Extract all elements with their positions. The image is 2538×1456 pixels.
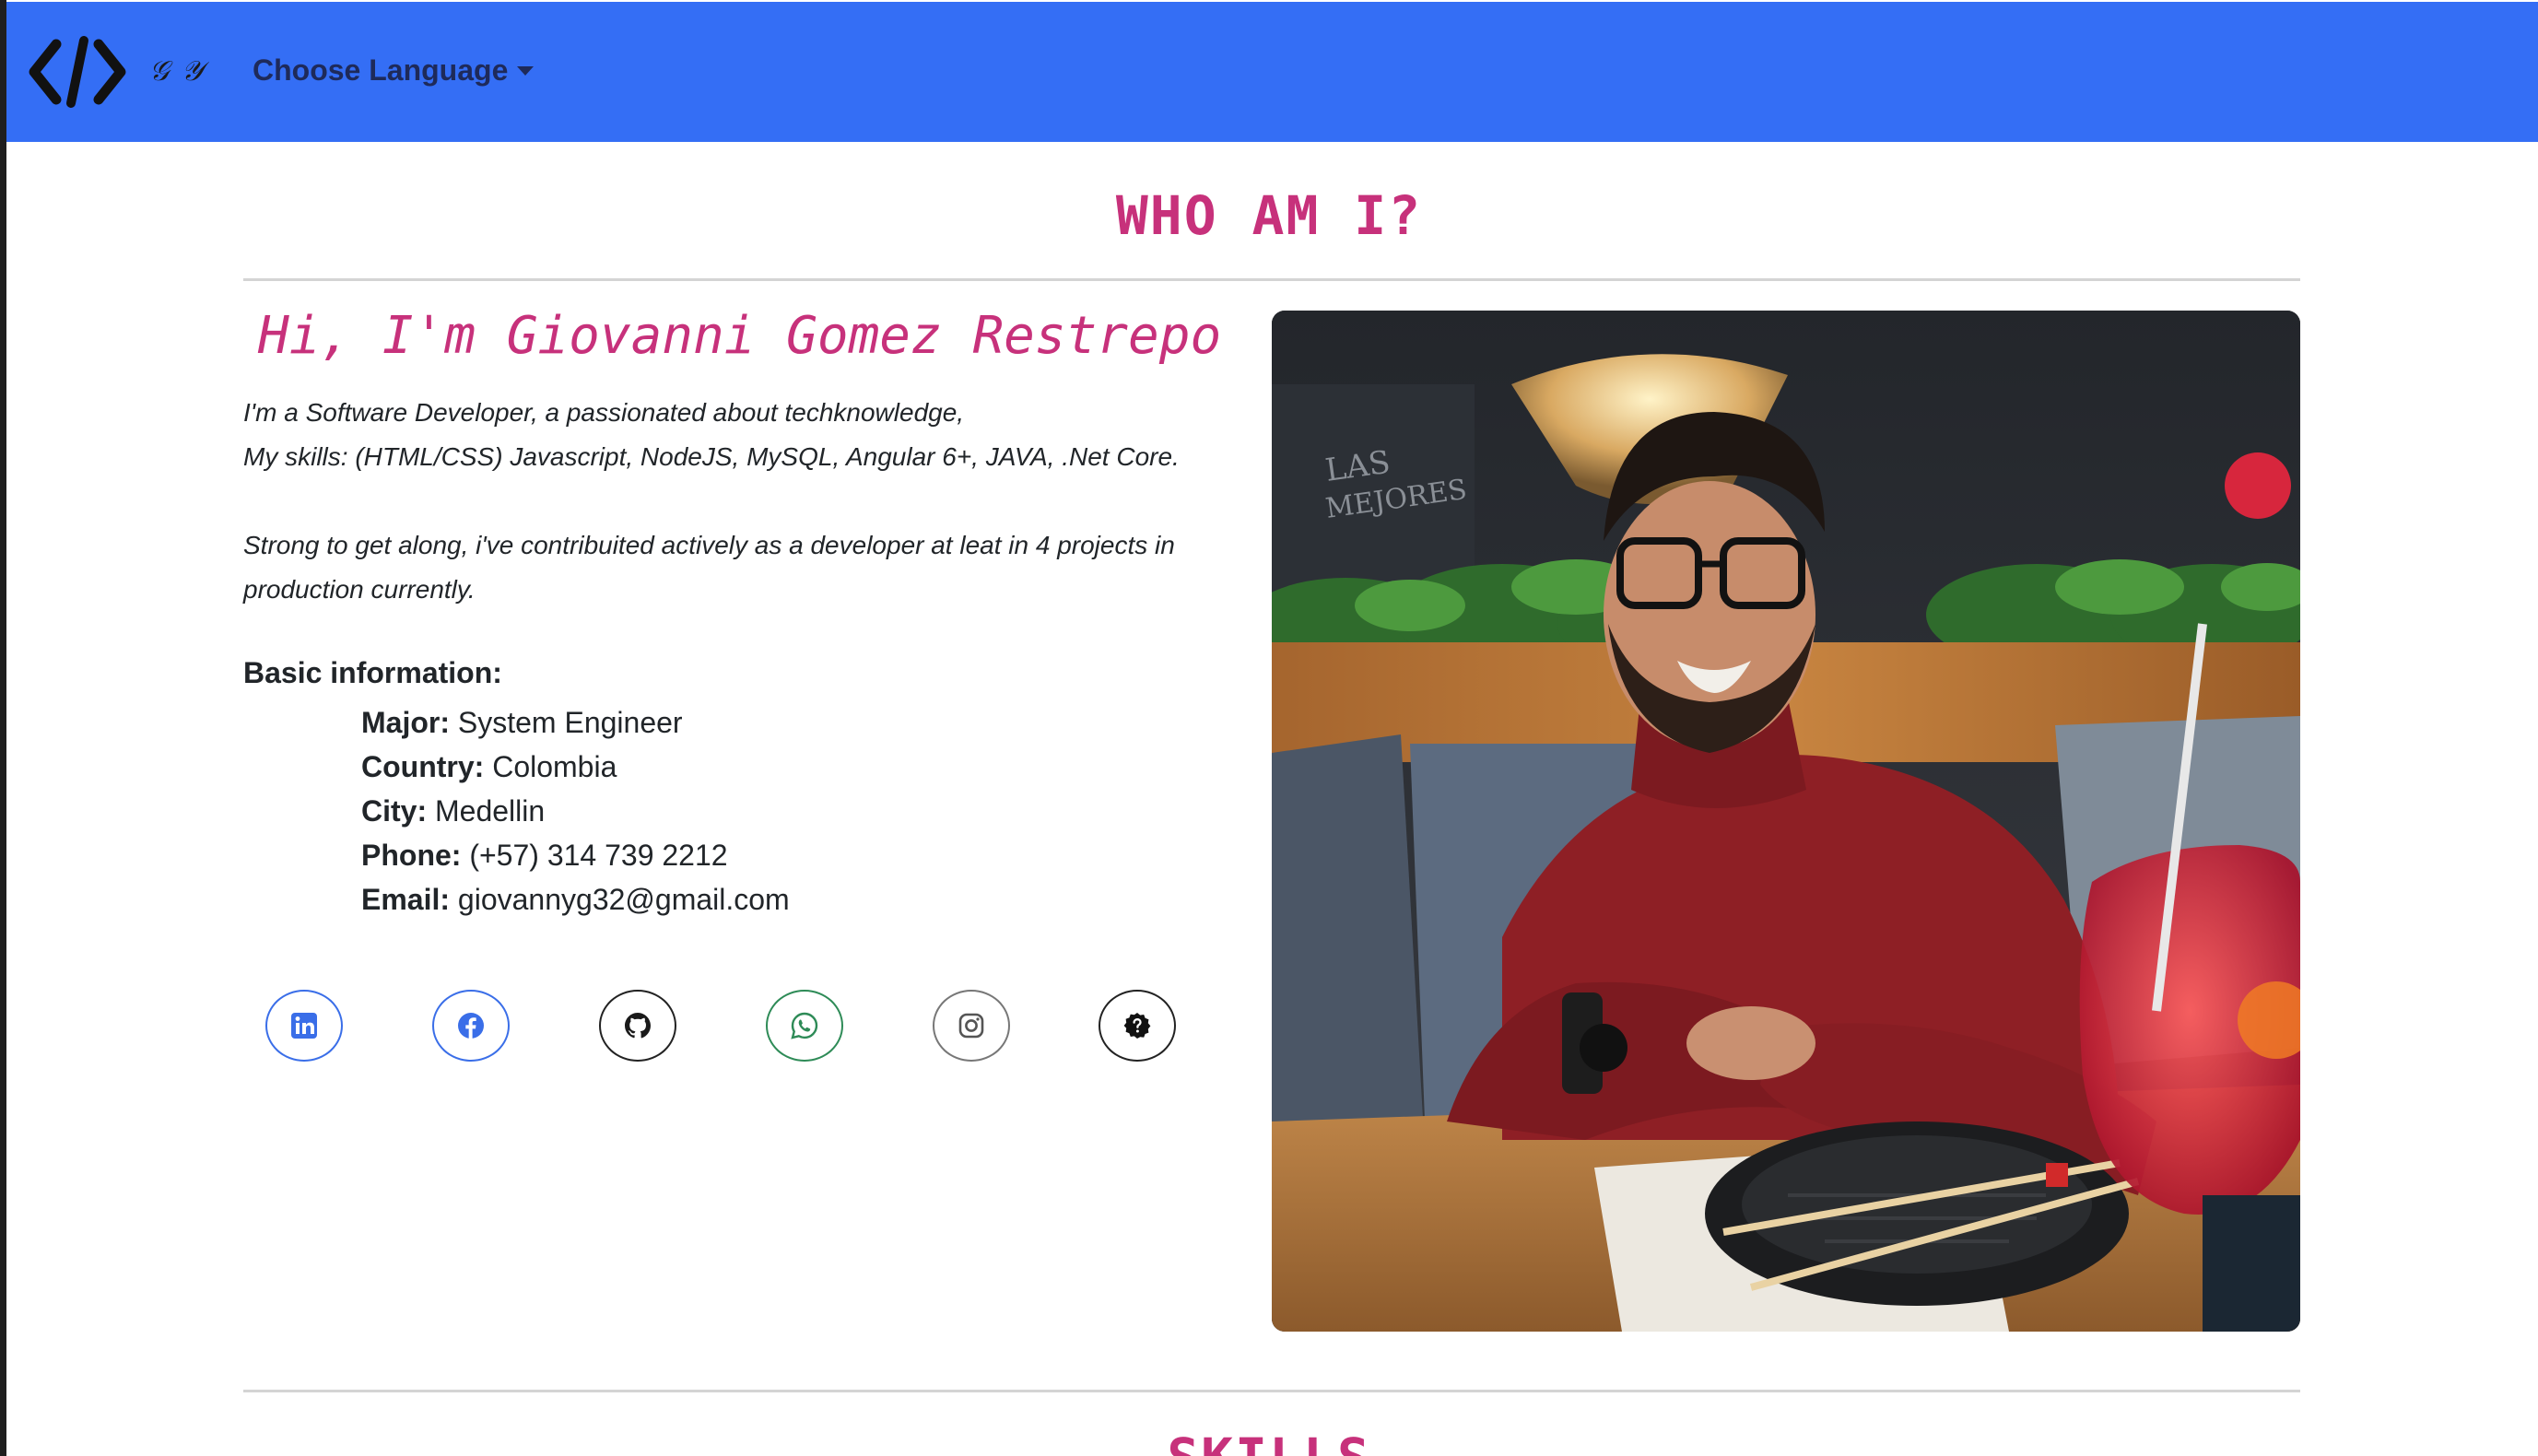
info-row-phone: Phone: (+57) 314 739 2212 — [361, 833, 790, 877]
info-row-major: Major: System Engineer — [361, 700, 790, 745]
info-row-country: Country: Colombia — [361, 745, 790, 789]
top-navbar: 𝒢 𝒴 Choose Language — [6, 2, 2538, 142]
info-value: System Engineer — [457, 706, 683, 739]
question-badge-button[interactable] — [1099, 990, 1176, 1062]
divider — [243, 278, 2300, 281]
github-button[interactable] — [599, 990, 676, 1062]
instagram-icon — [958, 1013, 984, 1039]
info-row-city: City: Medellin — [361, 789, 790, 833]
info-value: (+57) 314 739 2212 — [469, 839, 728, 872]
whatsapp-button[interactable] — [766, 990, 843, 1062]
code-brackets-icon[interactable] — [29, 35, 126, 109]
choose-language-label: Choose Language — [253, 53, 509, 87]
facebook-button[interactable] — [432, 990, 510, 1062]
info-label: Country: — [361, 750, 485, 783]
info-row-email: Email: giovannyg32@gmail.com — [361, 877, 790, 922]
info-label: City: — [361, 794, 428, 828]
section-title-skills: SKILLS — [0, 1427, 2538, 1456]
brand-initials[interactable]: 𝒢 𝒴 — [149, 55, 205, 88]
info-label: Phone: — [361, 839, 462, 872]
basic-info-title: Basic information: — [243, 656, 502, 689]
whatsapp-icon — [791, 1012, 818, 1039]
profile-photo: LAS MEJORES — [1272, 311, 2300, 1332]
intro-text: I'm a Software Developer, a passionated … — [243, 391, 1239, 612]
greeting-heading: Hi, I'm Giovanni Gomez Restrepo — [258, 306, 1222, 366]
divider — [243, 1390, 2300, 1392]
section-title-who-am-i: WHO AM I? — [1115, 184, 1423, 247]
caret-down-icon — [517, 65, 535, 76]
intro-line: My skills: (HTML/CSS) Javascript, NodeJS… — [243, 442, 1180, 471]
choose-language-dropdown[interactable]: Choose Language — [253, 53, 535, 88]
intro-line: Strong to get along, i've contribuited a… — [243, 531, 1175, 604]
intro-line: I'm a Software Developer, a passionated … — [243, 398, 965, 427]
question-badge-icon — [1123, 1013, 1151, 1039]
facebook-icon — [458, 1013, 484, 1039]
info-value: Colombia — [492, 750, 617, 783]
linkedin-button[interactable] — [265, 990, 343, 1062]
info-label: Email: — [361, 883, 451, 916]
linkedin-icon — [291, 1013, 317, 1039]
info-label: Major: — [361, 706, 450, 739]
basic-info-list: Major: System Engineer Country: Colombia… — [361, 700, 790, 922]
info-value: Medellin — [435, 794, 546, 828]
instagram-button[interactable] — [933, 990, 1010, 1062]
github-icon — [625, 1013, 651, 1039]
info-value: giovannyg32@gmail.com — [457, 883, 790, 916]
